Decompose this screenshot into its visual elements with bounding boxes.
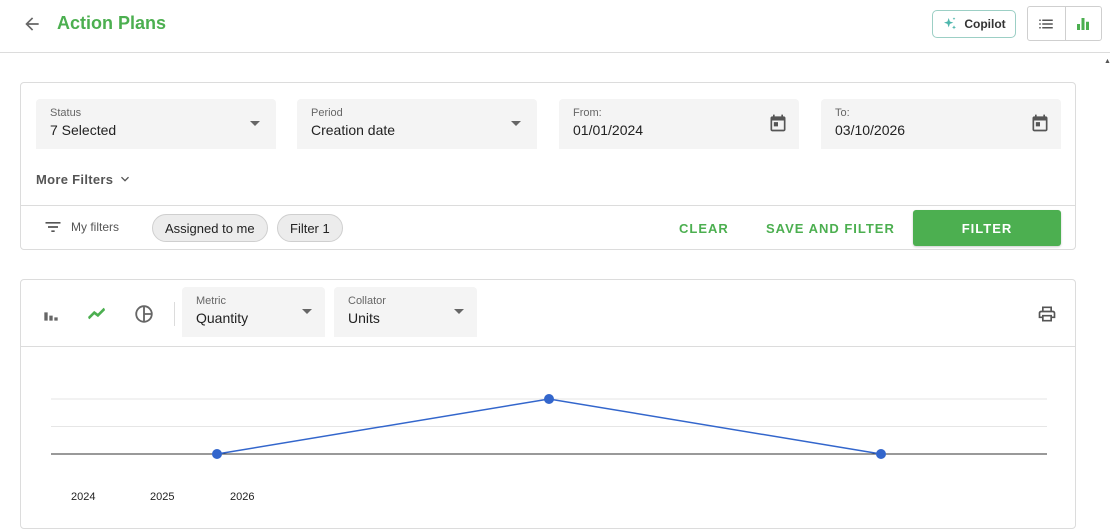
x-tick-label: 2026 [230, 491, 254, 503]
status-select[interactable]: Status 7 Selected [36, 99, 276, 149]
chart-view-button[interactable] [1064, 7, 1102, 40]
metric-label: Metric [196, 295, 226, 307]
page-title: Action Plans [57, 13, 167, 33]
from-date-field[interactable]: From: 01/01/2024 [559, 99, 799, 149]
filter-list-icon [45, 222, 61, 232]
caret-down-icon [454, 309, 464, 314]
sparkle-icon [944, 17, 957, 30]
data-point [876, 449, 886, 459]
period-label: Period [311, 107, 343, 119]
filter-button[interactable]: FILTER [913, 210, 1061, 246]
my-filters-label: My filters [71, 220, 119, 234]
calendar-icon[interactable] [768, 113, 788, 133]
collator-value: Units [348, 310, 380, 326]
collator-label: Collator [348, 295, 386, 307]
bar-chart-type-button[interactable] [39, 302, 63, 326]
printer-icon [1038, 306, 1056, 322]
toolbar-separator [174, 302, 175, 326]
copilot-label: Copilot [964, 17, 1006, 31]
pie-chart-type-button[interactable] [132, 302, 156, 326]
status-label: Status [50, 107, 82, 119]
collator-select[interactable]: Collator Units [334, 287, 477, 337]
saved-filter-chip[interactable]: Filter 1 [277, 214, 343, 242]
x-tick-label: 2024 [71, 491, 95, 503]
my-filters-button[interactable]: My filters [43, 217, 119, 237]
calendar-icon[interactable] [1030, 113, 1050, 133]
to-value: 03/10/2026 [835, 122, 906, 138]
to-date-field[interactable]: To: 03/10/2026 [821, 99, 1061, 149]
line-chart: 2024 2025 2026 [51, 394, 1047, 503]
caret-down-icon [302, 309, 312, 314]
to-label: To: [835, 107, 850, 119]
divider [21, 205, 1075, 206]
bar-chart-icon [44, 312, 58, 321]
list-icon [1039, 19, 1053, 28]
more-filters-toggle[interactable]: More Filters [36, 171, 133, 187]
metric-select[interactable]: Metric Quantity [182, 287, 325, 337]
more-filters-label: More Filters [36, 171, 114, 187]
data-point [544, 394, 554, 404]
caret-down-icon [250, 121, 260, 126]
from-label: From: [573, 107, 602, 119]
app-header: Action Plans Copilot [0, 0, 1110, 53]
period-value: Creation date [311, 122, 396, 138]
x-tick-label: 2025 [150, 491, 174, 503]
list-view-button[interactable] [1028, 7, 1065, 40]
period-select[interactable]: Period Creation date [297, 99, 537, 149]
clear-button[interactable]: CLEAR [679, 221, 729, 236]
view-toggle [1027, 6, 1102, 41]
chart-panel: Metric Quantity Collator Units 2024 2025 2… [20, 279, 1076, 529]
filter-panel: Status 7 Selected Period Creation date F… [20, 82, 1076, 250]
line-chart-type-button[interactable] [85, 302, 109, 326]
print-button[interactable] [1035, 302, 1059, 326]
from-value: 01/01/2024 [573, 122, 644, 138]
pie-chart-icon [135, 305, 153, 323]
arrow-left-icon [25, 17, 39, 31]
caret-down-icon [511, 121, 521, 126]
status-value: 7 Selected [50, 122, 117, 138]
copilot-button[interactable]: Copilot [932, 10, 1016, 38]
metric-value: Quantity [196, 310, 249, 326]
scroll-up-arrow-icon[interactable]: ▲ [1104, 58, 1110, 65]
bar-chart-icon [1077, 17, 1090, 30]
save-and-filter-button[interactable]: SAVE AND FILTER [766, 221, 895, 236]
back-button[interactable] [18, 10, 46, 38]
chevron-down-icon [121, 176, 130, 182]
trending-up-icon [88, 307, 106, 320]
data-point [212, 449, 222, 459]
saved-filter-chip[interactable]: Assigned to me [152, 214, 268, 242]
